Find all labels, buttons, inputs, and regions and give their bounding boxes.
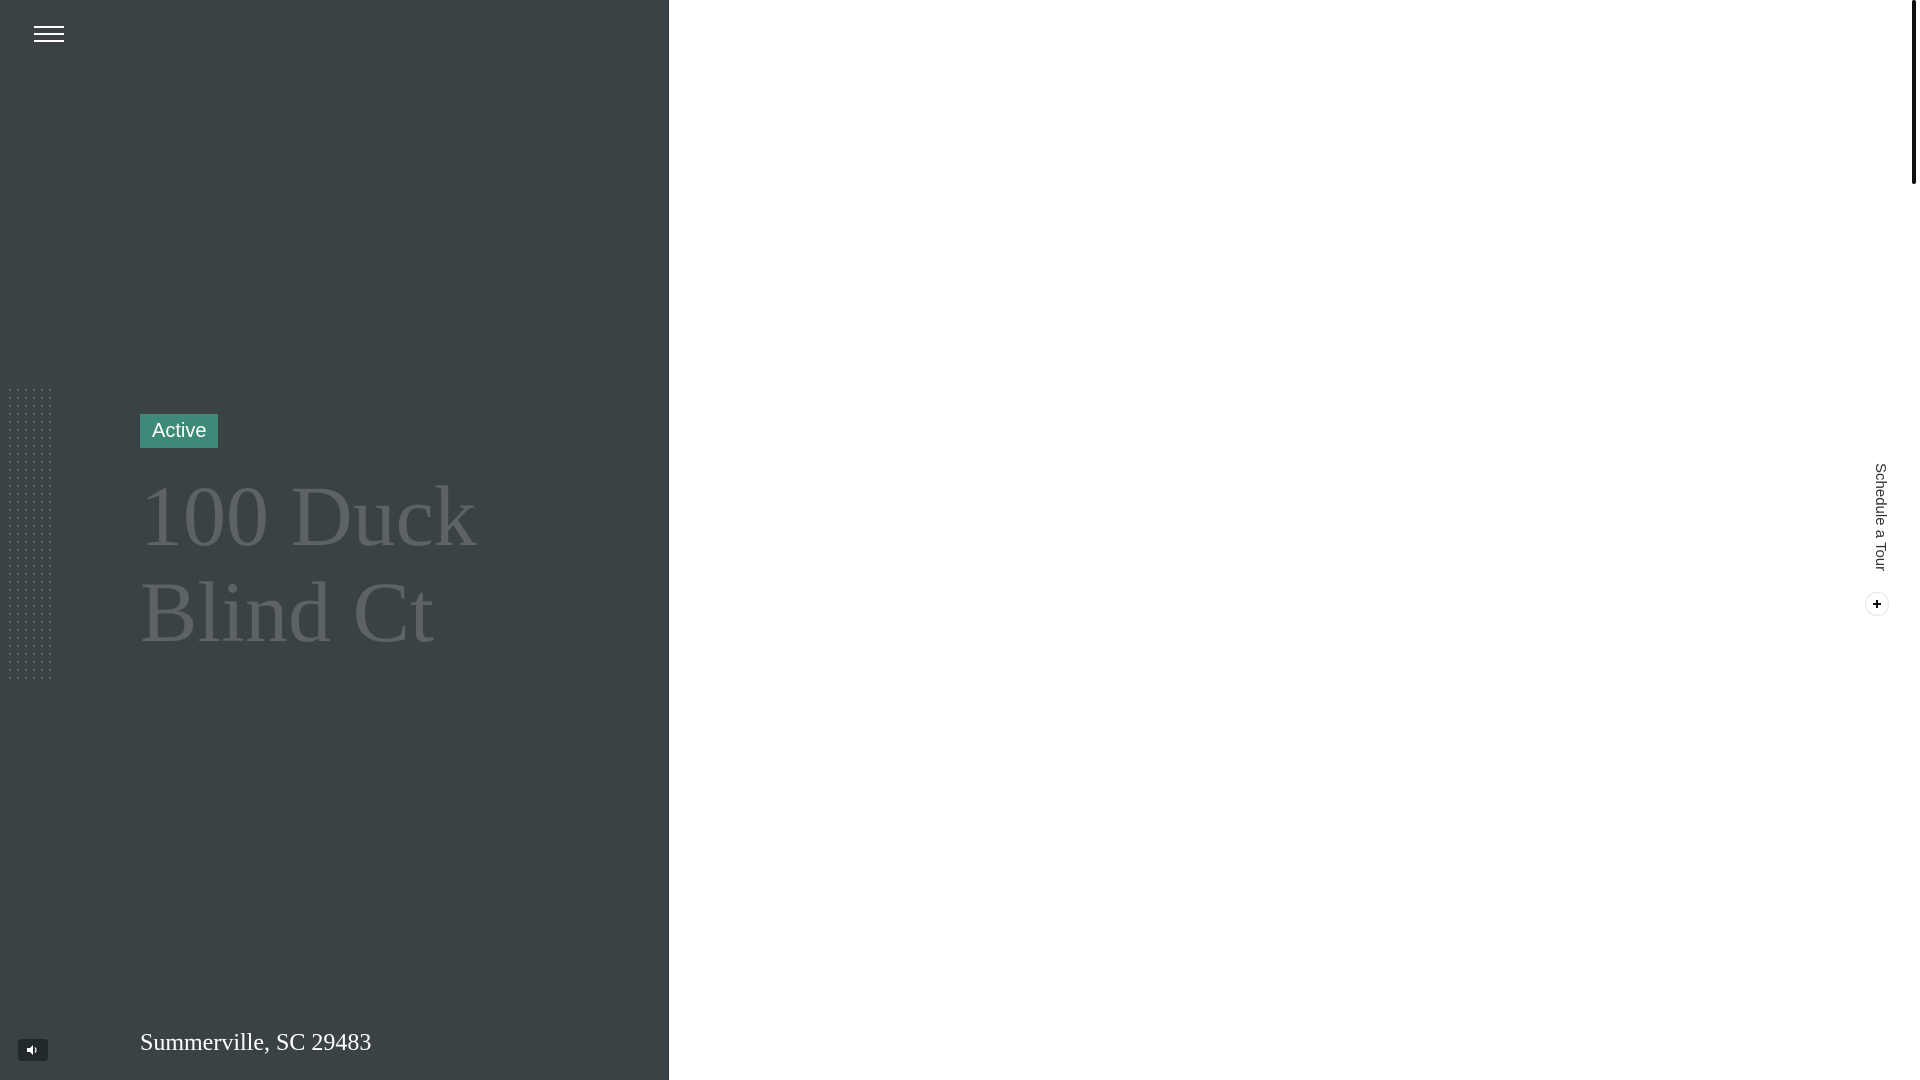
schedule-tour-link[interactable]: Schedule a Tour [1869,463,1889,583]
address-line-2: Blind Ct [140,564,434,660]
menu-line [34,26,64,28]
city-state-zip: Summerville, SC 29483 [140,1030,372,1056]
menu-line [34,40,64,42]
schedule-tour-label: Schedule a Tour [1872,463,1889,572]
dot-pattern-decoration [6,386,54,684]
plus-icon[interactable] [1865,592,1889,616]
address-line-1: 100 Duck [140,468,477,564]
status-badge: Active [140,414,219,448]
speaker-icon [27,1045,37,1055]
hero-panel: Active 100 Duck Blind Ct Summerville, SC… [0,0,669,1080]
property-address-title: 100 Duck Blind Ct [140,468,640,660]
menu-line [34,33,64,35]
scrollbar-thumb[interactable] [1912,0,1916,184]
menu-icon[interactable] [30,22,68,48]
sound-toggle-button[interactable] [18,1039,48,1061]
